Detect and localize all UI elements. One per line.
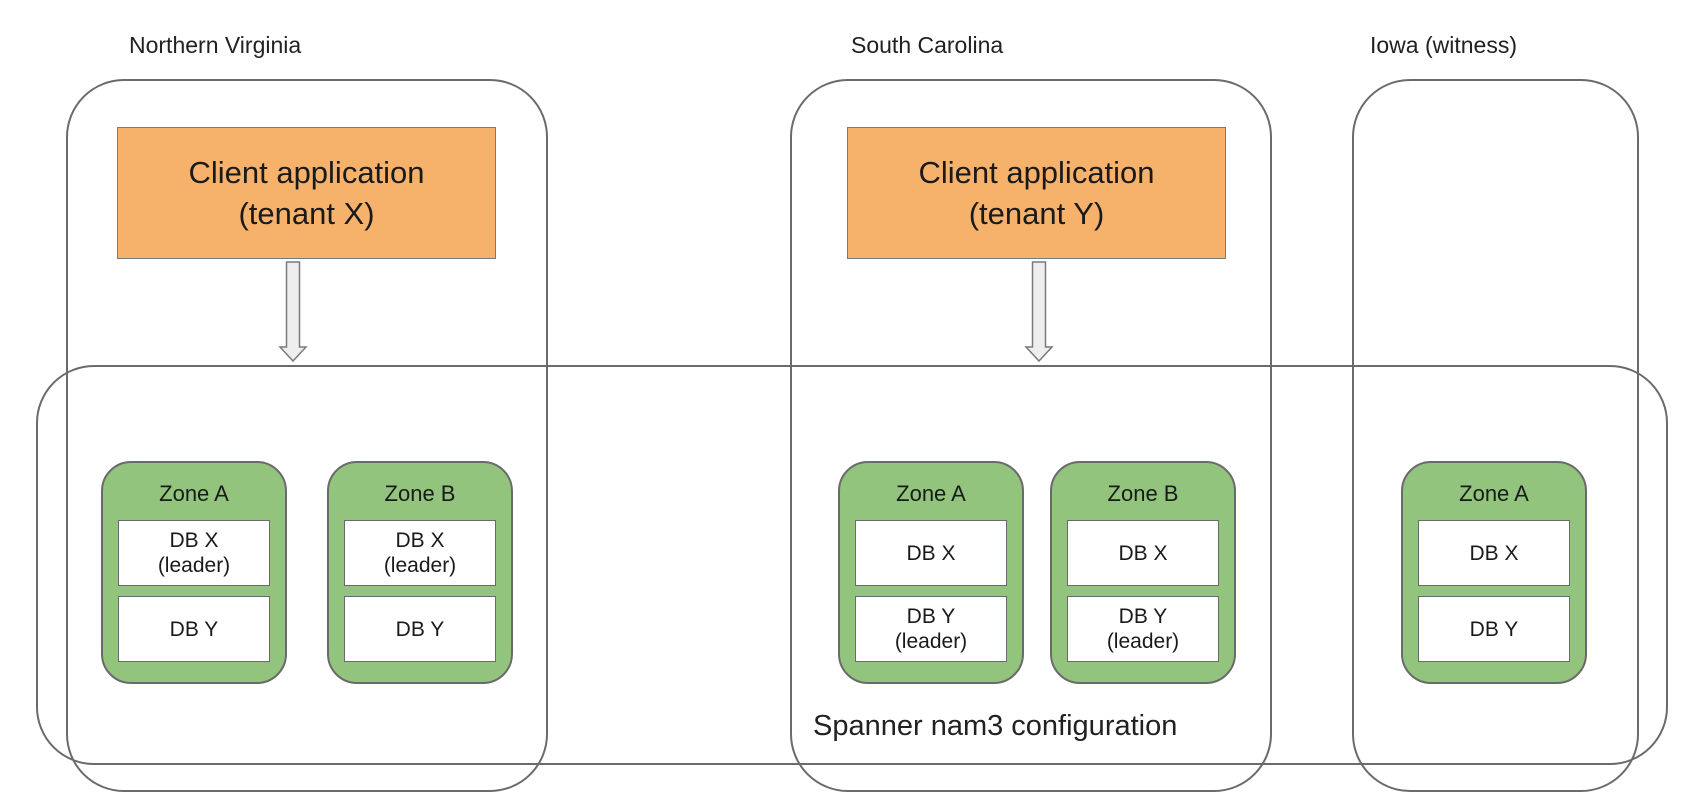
client-application-label: Client application — [918, 155, 1155, 190]
region-label-northern-virginia: Northern Virginia — [129, 32, 302, 58]
zone-title: Zone A — [1459, 481, 1529, 506]
client-application-tenant-y: Client application (tenant Y) — [847, 127, 1226, 259]
zone-nova-a: Zone A DB X (leader) DB Y — [101, 461, 287, 684]
db-name: DB X — [906, 541, 956, 565]
zone-sc-b: Zone B DB X DB Y (leader) — [1050, 461, 1236, 684]
zone-title: Zone B — [384, 481, 456, 506]
down-arrow-icon — [1024, 261, 1054, 363]
zone-title: Zone A — [896, 481, 966, 506]
db-name: DB X — [395, 529, 445, 552]
zone-sc-a: Zone A DB X DB Y (leader) — [838, 461, 1024, 684]
db-name: DB X — [1469, 541, 1519, 565]
db-name: DB Y — [906, 605, 956, 628]
db-x-replica: DB X (leader) — [344, 520, 496, 586]
db-y-replica: DB Y (leader) — [855, 596, 1007, 662]
spanner-configuration-label: Spanner nam3 configuration — [813, 710, 1178, 742]
zone-title: Zone B — [1107, 481, 1179, 506]
client-application-label: Client application — [188, 155, 425, 190]
db-x-replica: DB X — [855, 520, 1007, 586]
db-name: DB Y — [1469, 617, 1519, 641]
db-y-replica: DB Y — [1418, 596, 1570, 662]
db-name: DB X — [169, 529, 219, 552]
db-x-replica: DB X — [1067, 520, 1219, 586]
db-role: (leader) — [157, 554, 231, 577]
db-x-replica: DB X — [1418, 520, 1570, 586]
db-x-replica: DB X (leader) — [118, 520, 270, 586]
db-name: DB Y — [1118, 605, 1168, 628]
zone-iowa-a: Zone A DB X DB Y — [1401, 461, 1587, 684]
client-tenant-label: (tenant Y) — [968, 196, 1105, 231]
db-name: DB Y — [169, 617, 219, 641]
down-arrow-icon — [278, 261, 308, 363]
region-label-south-carolina: South Carolina — [851, 32, 1004, 58]
db-name: DB X — [1118, 541, 1168, 565]
db-y-replica: DB Y (leader) — [1067, 596, 1219, 662]
client-tenant-label: (tenant X) — [238, 196, 375, 231]
db-role: (leader) — [1106, 630, 1180, 653]
db-y-replica: DB Y — [344, 596, 496, 662]
db-role: (leader) — [894, 630, 968, 653]
db-y-replica: DB Y — [118, 596, 270, 662]
zone-nova-b: Zone B DB X (leader) DB Y — [327, 461, 513, 684]
region-label-iowa: Iowa (witness) — [1370, 32, 1517, 58]
client-application-tenant-x: Client application (tenant X) — [117, 127, 496, 259]
db-name: DB Y — [395, 617, 445, 641]
db-role: (leader) — [383, 554, 457, 577]
zone-title: Zone A — [159, 481, 229, 506]
